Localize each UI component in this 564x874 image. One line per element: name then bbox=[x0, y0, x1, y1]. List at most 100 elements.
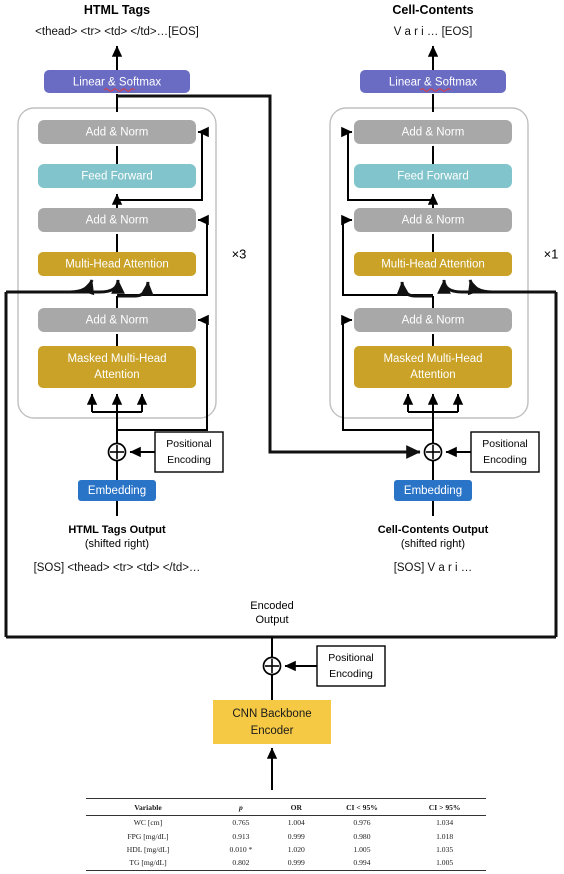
cell-or: 0.999 bbox=[271, 856, 321, 871]
encoded-output-label-line1: Encoded bbox=[250, 600, 293, 612]
encoder-positional-encoding-line2: Encoding bbox=[329, 668, 373, 680]
html-tags-masked-attention-block[interactable]: Masked Multi-Head Attention bbox=[38, 346, 196, 388]
encoded-output-label-line2: Output bbox=[255, 614, 288, 626]
cell-p: 0.913 bbox=[232, 831, 250, 841]
results-col-variable: Variable bbox=[86, 798, 210, 816]
cell-p: 0.765 bbox=[232, 818, 250, 828]
html-tags-add-norm-bottom-label: Add & Norm bbox=[86, 315, 149, 327]
cell-contents-header-sequence: V a r i … [EOS] bbox=[394, 26, 473, 38]
table-row: WC [cm] 0.765 1.004 0.976 1.034 bbox=[86, 816, 486, 830]
cell-variable: FPG [mg/dL] bbox=[127, 831, 169, 841]
html-tags-footer-sequence: [SOS] <thead> <tr> <td> </td>… bbox=[34, 562, 201, 574]
cell-contents-add-norm-top-label: Add & Norm bbox=[402, 127, 465, 139]
cell-contents-add-norm-top-block[interactable]: Add & Norm bbox=[354, 120, 512, 144]
cell-contents-positional-encoding-box: Positional Encoding bbox=[470, 431, 540, 473]
cell-ci-low: 1.005 bbox=[353, 844, 371, 854]
encoder-positional-sum-node bbox=[262, 656, 282, 676]
cell-variable: WC [cm] bbox=[133, 818, 163, 828]
cell-or: 1.004 bbox=[287, 818, 305, 828]
html-tags-add-norm-mid-label: Add & Norm bbox=[86, 215, 149, 227]
cell-contents-positional-sum-node bbox=[423, 442, 443, 462]
html-tags-masked-attention-label-line2: Attention bbox=[94, 369, 139, 381]
cell-or: 1.020 bbox=[287, 844, 305, 854]
html-tags-positional-encoding-line1: Positional bbox=[166, 438, 212, 450]
cell-contents-embedding-label: Embedding bbox=[404, 485, 462, 497]
cnn-backbone-encoder-block[interactable]: CNN Backbone Encoder bbox=[213, 700, 331, 744]
cell-contents-masked-attention-label-line2: Attention bbox=[410, 369, 455, 381]
html-tags-feed-forward-label: Feed Forward bbox=[81, 171, 153, 183]
html-tags-footer-title: HTML Tags Output bbox=[68, 524, 166, 536]
html-tags-footer-subtitle: (shifted right) bbox=[85, 538, 149, 550]
cell-contents-footer-title: Cell-Contents Output bbox=[378, 524, 489, 536]
encoder-positional-encoding-line1: Positional bbox=[328, 652, 374, 664]
results-col-ci-low: CI < 95% bbox=[320, 798, 404, 816]
cell-contents-footer-sequence: [SOS] V a r i … bbox=[394, 562, 473, 574]
results-col-ci-high: CI > 95% bbox=[403, 798, 486, 816]
cell-p: 0.802 bbox=[210, 856, 272, 871]
results-table-head: Variable p OR CI < 95% CI > 95% bbox=[86, 798, 486, 816]
cnn-backbone-label-line2: Encoder bbox=[251, 725, 294, 737]
results-table-header-row: Variable p OR CI < 95% CI > 95% bbox=[86, 798, 486, 816]
cell-ci-high: 1.005 bbox=[403, 856, 486, 871]
cell-contents-add-norm-mid-block[interactable]: Add & Norm bbox=[354, 208, 512, 232]
input-table-image: Variable p OR CI < 95% CI > 95% WC [cm] … bbox=[86, 798, 486, 871]
cell-ci-high: 1.034 bbox=[436, 818, 454, 828]
html-tags-add-norm-mid-block[interactable]: Add & Norm bbox=[38, 208, 196, 232]
html-tags-positional-encoding-box: Positional Encoding bbox=[154, 431, 224, 473]
table-row: HDL [mg/dL] 0.010 * 1.020 1.005 1.035 bbox=[86, 843, 486, 856]
branch-cell-contents: Cell-Contents V a r i … [EOS] Linear & S… bbox=[329, 3, 559, 574]
html-tags-multi-head-attention-label: Multi-Head Attention bbox=[65, 259, 169, 271]
cell-contents-masked-attention-block[interactable]: Masked Multi-Head Attention bbox=[354, 346, 512, 388]
architecture-svg: HTML Tags <thead> <tr> <td> </td>…[EOS] … bbox=[4, 3, 559, 790]
cell-ci-high: 1.035 bbox=[436, 844, 454, 854]
cnn-encoder-group: Positional Encoding CNN Backbone Encoder bbox=[213, 637, 386, 790]
html-tags-repeat-label: ×3 bbox=[232, 246, 247, 261]
html-tags-header-sequence: <thead> <tr> <td> </td>…[EOS] bbox=[35, 26, 199, 38]
cell-contents-positional-encoding-line2: Encoding bbox=[483, 454, 527, 466]
cell-contents-masked-attention-label-line1: Masked Multi-Head bbox=[383, 353, 482, 365]
html-tags-multi-head-attention-block[interactable]: Multi-Head Attention bbox=[38, 252, 196, 276]
cell-contents-footer-subtitle: (shifted right) bbox=[401, 538, 465, 550]
cell-ci-low: 0.976 bbox=[353, 818, 371, 828]
results-col-p: p bbox=[210, 798, 272, 816]
results-table-body: WC [cm] 0.765 1.004 0.976 1.034 FPG [mg/… bbox=[86, 816, 486, 871]
cell-contents-add-norm-mid-label: Add & Norm bbox=[402, 215, 465, 227]
cell-contents-feed-forward-block[interactable]: Feed Forward bbox=[354, 164, 512, 188]
html-tags-add-norm-top-label: Add & Norm bbox=[86, 127, 149, 139]
cell-contents-add-norm-bottom-block[interactable]: Add & Norm bbox=[354, 308, 512, 332]
cell-contents-positional-encoding-line1: Positional bbox=[482, 438, 528, 450]
html-tags-feed-forward-block[interactable]: Feed Forward bbox=[38, 164, 196, 188]
html-tags-positional-sum-node bbox=[107, 442, 127, 462]
html-tags-linear-softmax-label: Linear & Softmax bbox=[73, 77, 161, 89]
html-tags-embedding-block[interactable]: Embedding bbox=[78, 480, 156, 501]
html-tags-add-norm-top-block[interactable]: Add & Norm bbox=[38, 120, 196, 144]
cell-contents-repeat-label: ×1 bbox=[544, 246, 559, 261]
cell-contents-multi-head-attention-block[interactable]: Multi-Head Attention bbox=[354, 252, 512, 276]
cell-contents-header-title: Cell-Contents bbox=[392, 3, 473, 17]
html-tags-positional-encoding-line2: Encoding bbox=[167, 454, 211, 466]
cell-ci-high: 1.018 bbox=[436, 831, 454, 841]
cell-or: 0.999 bbox=[287, 831, 305, 841]
cell-p: 0.010 * bbox=[229, 844, 253, 854]
cell-ci-low: 0.994 bbox=[320, 856, 404, 871]
cell-variable: HDL [mg/dL] bbox=[126, 844, 170, 854]
cell-contents-linear-softmax-label: Linear & Softmax bbox=[389, 77, 477, 89]
html-tags-header-title: HTML Tags bbox=[84, 3, 150, 17]
results-col-or: OR bbox=[271, 798, 321, 816]
cell-variable: TG [mg/dL] bbox=[86, 856, 210, 871]
results-table: Variable p OR CI < 95% CI > 95% WC [cm] … bbox=[86, 798, 486, 871]
cell-contents-feed-forward-label: Feed Forward bbox=[397, 171, 469, 183]
architecture-diagram: HTML Tags <thead> <tr> <td> </td>…[EOS] … bbox=[0, 0, 564, 874]
cell-contents-multi-head-attention-label: Multi-Head Attention bbox=[381, 259, 485, 271]
cnn-backbone-label-line1: CNN Backbone bbox=[232, 708, 311, 720]
html-tags-embedding-label: Embedding bbox=[88, 485, 146, 497]
encoder-positional-encoding-box: Positional Encoding bbox=[316, 645, 386, 687]
branch-html-tags: HTML Tags <thead> <tr> <td> </td>…[EOS] … bbox=[6, 3, 246, 574]
table-row: TG [mg/dL] 0.802 0.999 0.994 1.005 bbox=[86, 856, 486, 871]
cell-ci-low: 0.980 bbox=[353, 831, 371, 841]
html-tags-masked-attention-label-line1: Masked Multi-Head bbox=[67, 353, 166, 365]
cell-contents-add-norm-bottom-label: Add & Norm bbox=[402, 315, 465, 327]
html-tags-add-norm-bottom-block[interactable]: Add & Norm bbox=[38, 308, 196, 332]
cell-contents-embedding-block[interactable]: Embedding bbox=[394, 480, 472, 501]
table-row: FPG [mg/dL] 0.913 0.999 0.980 1.018 bbox=[86, 829, 486, 842]
